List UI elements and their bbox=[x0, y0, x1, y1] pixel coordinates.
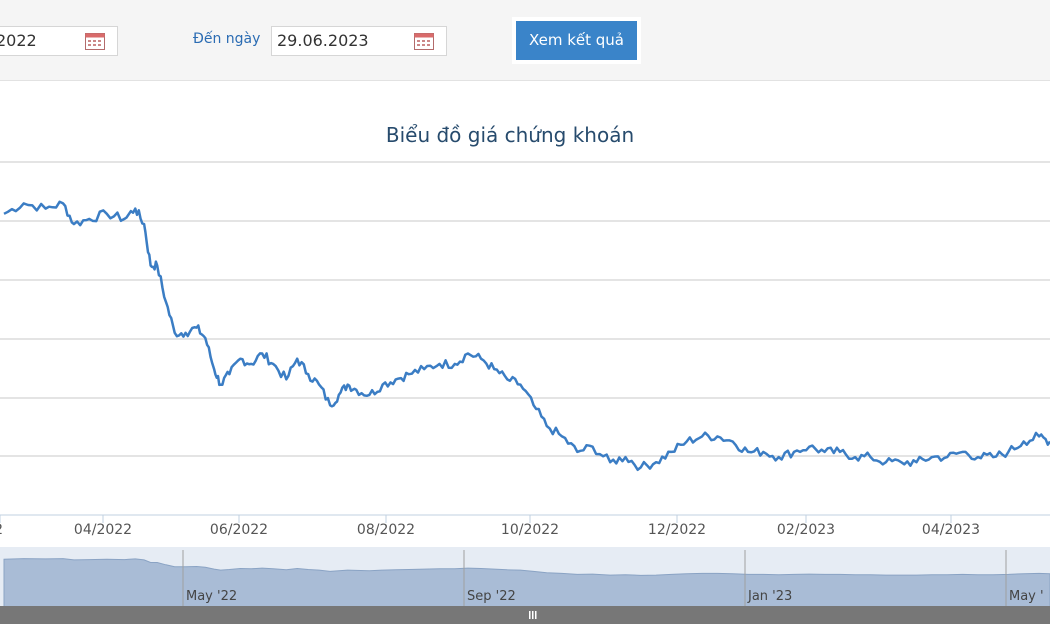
stock-price-chart: Biểu đồ giá chứng khoán 2 04/2022 06/2022 0… bbox=[0, 123, 1050, 624]
x-tick-label: 12/2022 bbox=[648, 522, 706, 538]
calendar-icon[interactable] bbox=[414, 32, 434, 50]
x-tick-label: 04/2022 bbox=[74, 522, 132, 538]
price-line bbox=[3, 200, 1050, 472]
x-tick-label: 08/2022 bbox=[357, 522, 415, 538]
x-tick-label: 10/2022 bbox=[501, 522, 559, 538]
to-date-label: Đến ngày bbox=[193, 31, 261, 47]
navigator-label: Sep '22 bbox=[467, 589, 516, 604]
navigator-label: May '22 bbox=[186, 589, 237, 604]
navigator[interactable]: May '22 Sep '22 Jan '23 May ' bbox=[0, 547, 1050, 624]
view-results-button[interactable]: Xem kết quả bbox=[516, 21, 637, 60]
to-date-input[interactable]: 29.06.2023 bbox=[271, 26, 447, 56]
from-date-input[interactable]: 2022 bbox=[0, 26, 118, 56]
x-tick-label: 2 bbox=[0, 522, 3, 538]
navigator-label: Jan '23 bbox=[747, 589, 792, 604]
x-tick-label: 04/2023 bbox=[922, 522, 980, 538]
to-date-value: 29.06.2023 bbox=[277, 31, 369, 50]
navigator-label: May ' bbox=[1009, 589, 1044, 604]
calendar-icon[interactable] bbox=[85, 32, 105, 50]
scrollbar-grip-icon[interactable] bbox=[529, 611, 537, 619]
x-axis: 2 04/2022 06/2022 08/2022 10/2022 12/2022 02/2… bbox=[0, 515, 980, 538]
from-date-value: 2022 bbox=[0, 31, 37, 50]
navigator-scrollbar[interactable] bbox=[0, 606, 1050, 624]
date-filter-bar: 2022 Đến ngày 29.06.2023 Xem kết quả bbox=[0, 0, 1050, 81]
x-tick-label: 06/2022 bbox=[210, 522, 268, 538]
chart-title: Biểu đồ giá chứng khoán bbox=[386, 123, 634, 147]
x-tick-label: 02/2023 bbox=[777, 522, 835, 538]
